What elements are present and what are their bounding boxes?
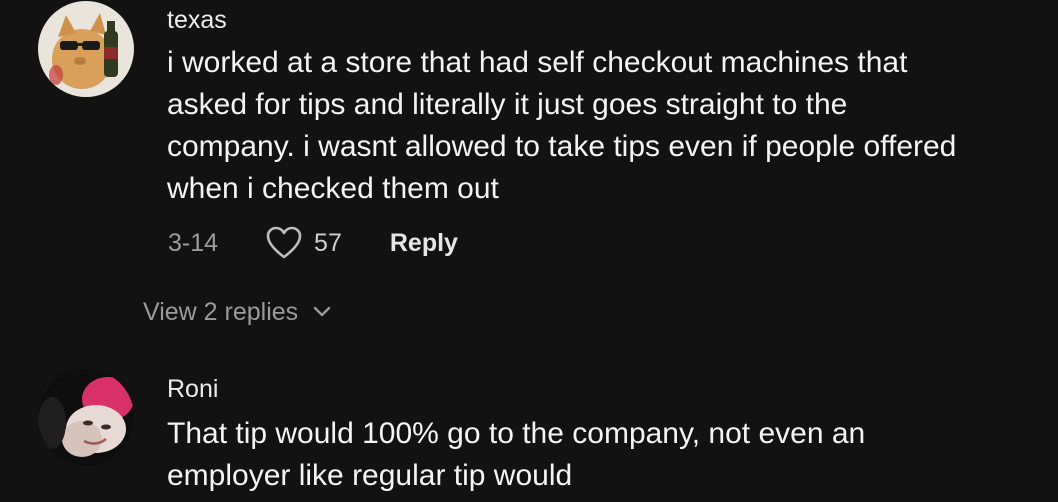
chevron-down-icon	[313, 306, 331, 317]
comment-text-line-4: when i checked them out	[167, 172, 499, 205]
comments-panel: texas i worked at a store that had self …	[0, 0, 1058, 502]
comment-date: 3-14	[168, 228, 219, 257]
cat-avatar-image	[38, 1, 134, 97]
view-replies-button[interactable]: View 2 replies	[143, 294, 332, 330]
comment-text-line-1: i worked at a store that had self checko…	[167, 46, 908, 79]
comment-text-line-3: company. i wasnt allowed to take tips ev…	[167, 130, 957, 163]
comment-username[interactable]: Roni	[167, 375, 218, 404]
comment-text-line-2: asked for tips and literally it just goe…	[167, 88, 848, 121]
comment-text-line-2: employer like regular tip would	[167, 459, 573, 492]
heart-outline-icon	[266, 226, 302, 259]
view-replies-label: View 2 replies	[143, 297, 299, 326]
comment-meta-row: 3-14 57 Reply	[168, 223, 458, 263]
reply-button[interactable]: Reply	[390, 229, 458, 258]
comment-avatar-texas[interactable]	[38, 1, 134, 97]
comment-username[interactable]: texas	[167, 6, 227, 35]
like-button[interactable]: 57	[266, 226, 342, 260]
like-count: 57	[314, 228, 342, 257]
comment-avatar-roni[interactable]	[38, 369, 134, 465]
comment-text-line-1: That tip would 100% go to the company, n…	[167, 417, 866, 450]
user-photo-avatar-image	[38, 369, 134, 465]
